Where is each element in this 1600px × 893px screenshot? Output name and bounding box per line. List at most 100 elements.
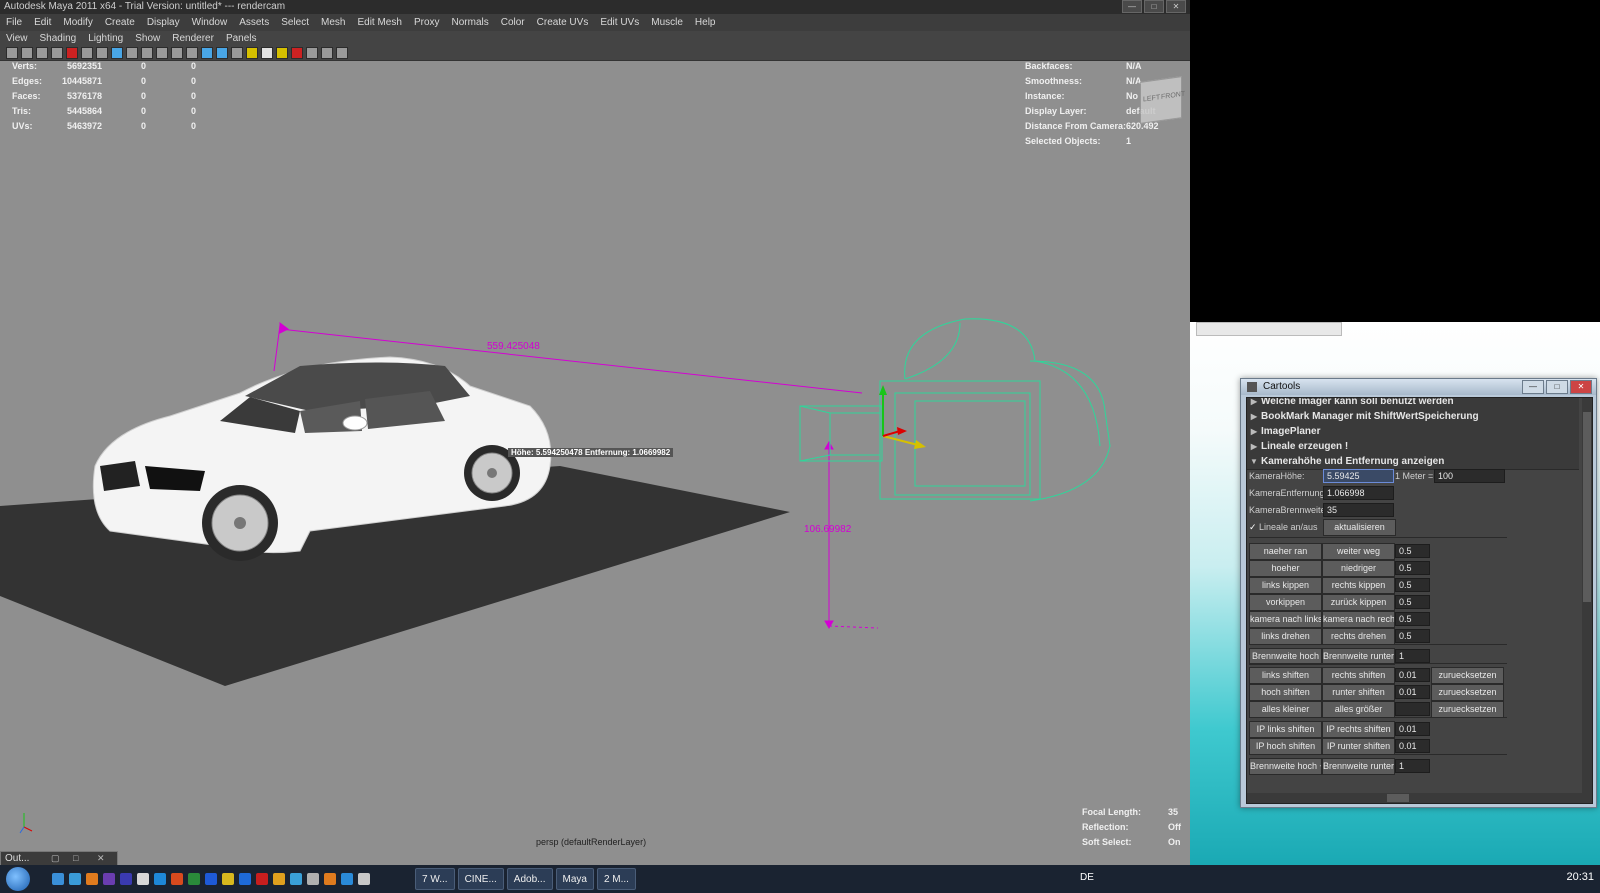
section-bookmark-manager[interactable]: ▶ BookMark Manager mit ShiftWertSpeicheru… xyxy=(1247,409,1579,425)
move-manipulator[interactable] xyxy=(879,385,926,449)
safe-title-icon[interactable] xyxy=(171,46,183,59)
step-value-field[interactable]: 0.01 xyxy=(1395,685,1430,699)
shadows-icon[interactable] xyxy=(261,46,273,59)
panel-menu-panels[interactable]: Panels xyxy=(220,33,263,44)
camera-control-button[interactable]: niedriger xyxy=(1322,560,1395,577)
wireframe-on-shaded-icon[interactable] xyxy=(216,46,228,59)
menu-create[interactable]: Create xyxy=(99,17,141,28)
scrollbar-thumb[interactable] xyxy=(1387,794,1409,802)
isolate-select-icon[interactable] xyxy=(291,46,303,59)
step-value-field[interactable]: 0.01 xyxy=(1395,722,1430,736)
camera-attributes-icon[interactable] xyxy=(6,46,18,59)
step-value-field[interactable]: 1 xyxy=(1395,759,1430,773)
taskbar-task-adobe[interactable]: Adob... xyxy=(506,868,553,890)
firefox-icon[interactable] xyxy=(86,873,98,885)
horizontal-scrollbar[interactable] xyxy=(1247,793,1592,803)
menu-mesh[interactable]: Mesh xyxy=(315,17,351,28)
menu-color[interactable]: Color xyxy=(495,17,531,28)
view-cube[interactable]: LEFT FRONT xyxy=(1140,76,1185,124)
kamera-brennweite-field[interactable]: 35 xyxy=(1323,503,1394,517)
camera-control-button[interactable]: Brennweite hoch + xyxy=(1249,758,1322,775)
camera-control-button[interactable]: rechts shiften xyxy=(1322,667,1395,684)
step-value-field[interactable]: 0.5 xyxy=(1395,544,1430,558)
after-effects-icon[interactable] xyxy=(103,873,115,885)
kamera-entfernung-field[interactable]: 1.066998 xyxy=(1323,486,1394,500)
resolution-gate-icon[interactable] xyxy=(111,46,123,59)
menu-file[interactable]: File xyxy=(0,17,28,28)
hidden-window-edge[interactable] xyxy=(1196,322,1342,336)
quicklaunch-icon[interactable] xyxy=(358,873,370,885)
system-clock[interactable]: 20:31 xyxy=(1566,871,1594,883)
step-value-field[interactable]: 0.5 xyxy=(1395,629,1430,643)
menu-edit-uvs[interactable]: Edit UVs xyxy=(594,17,645,28)
taskbar-task-maya-windows[interactable]: 2 M... xyxy=(596,868,636,890)
safe-action-icon[interactable] xyxy=(156,46,168,59)
camera-control-button[interactable]: runter shiften xyxy=(1322,684,1395,701)
menu-display[interactable]: Display xyxy=(141,17,186,28)
camera-control-button[interactable]: vorkippen xyxy=(1249,594,1322,611)
camera-control-button[interactable]: links shiften xyxy=(1249,667,1322,684)
perspective-viewport[interactable]: 559.425048 106.69982 Höhe: 5.594250478 E… xyxy=(0,61,1190,865)
flash-icon[interactable] xyxy=(171,873,183,885)
camera-control-button[interactable]: IP hoch shiften xyxy=(1249,738,1322,755)
taskbar-task-cinema4d[interactable]: CINE... xyxy=(457,868,504,890)
start-button[interactable] xyxy=(6,867,30,891)
step-value-field[interactable]: 0.5 xyxy=(1395,578,1430,592)
menu-edit[interactable]: Edit xyxy=(28,17,57,28)
reset-button[interactable]: zuruecksetzen xyxy=(1431,684,1504,701)
bookmark-icon[interactable] xyxy=(36,46,48,59)
camera-control-button[interactable]: alles größer xyxy=(1322,701,1395,718)
menu-select[interactable]: Select xyxy=(275,17,315,28)
xray-joints-icon[interactable] xyxy=(321,46,333,59)
scrollbar-thumb[interactable] xyxy=(1583,412,1591,602)
lights-icon[interactable] xyxy=(246,46,258,59)
taskbar-task-maya[interactable]: Maya xyxy=(555,868,594,890)
quicklaunch-icon[interactable] xyxy=(307,873,319,885)
camera-lock-icon[interactable] xyxy=(66,46,78,59)
rhino-icon[interactable] xyxy=(273,873,285,885)
media-player-icon[interactable] xyxy=(154,873,166,885)
view-cube-left-face[interactable]: LEFT xyxy=(1143,94,1160,103)
panel-menu-view[interactable]: View xyxy=(0,33,34,44)
render-camera[interactable] xyxy=(799,318,1111,502)
taskbar-task-folders[interactable]: 7 W... xyxy=(415,868,455,890)
step-value-field[interactable]: 0.01 xyxy=(1395,668,1430,682)
menu-assets[interactable]: Assets xyxy=(233,17,275,28)
camera-control-button[interactable]: IP rechts shiften xyxy=(1322,721,1395,738)
camera-control-button[interactable]: kamera nach rechts xyxy=(1322,611,1395,628)
menu-create-uvs[interactable]: Create UVs xyxy=(531,17,595,28)
reset-button[interactable]: zuruecksetzen xyxy=(1431,667,1504,684)
vertical-scrollbar[interactable] xyxy=(1582,398,1592,803)
gate-mask-icon[interactable] xyxy=(126,46,138,59)
close-icon[interactable]: ✕ xyxy=(97,853,105,864)
grid-icon[interactable] xyxy=(81,46,93,59)
excel-icon[interactable] xyxy=(188,873,200,885)
explorer-icon[interactable] xyxy=(69,873,81,885)
show-desktop-icon[interactable] xyxy=(52,873,64,885)
step-value-field[interactable]: 1 xyxy=(1395,649,1430,663)
camera-control-button[interactable]: kamera nach links xyxy=(1249,611,1322,628)
folder-icon[interactable] xyxy=(222,873,234,885)
camera-control-button[interactable]: zurück kippen xyxy=(1322,594,1395,611)
camera-control-button[interactable]: hoch shiften xyxy=(1249,684,1322,701)
camera-control-button[interactable]: hoeher xyxy=(1249,560,1322,577)
lineale-checkbox[interactable]: ✓ xyxy=(1249,522,1257,533)
restore-icon[interactable]: ▢ xyxy=(51,853,60,864)
xray-components-icon[interactable] xyxy=(336,46,348,59)
step-value-field[interactable]: 0.5 xyxy=(1395,561,1430,575)
cartools-title-bar[interactable]: Cartools — □ ✕ xyxy=(1241,379,1596,395)
premiere-icon[interactable] xyxy=(120,873,132,885)
section-lineale-erzeugen[interactable]: ▶ Lineale erzeugen ! xyxy=(1247,439,1579,455)
kamera-hoehe-field[interactable]: 5.59425 xyxy=(1323,469,1394,483)
language-indicator[interactable]: DE xyxy=(1080,872,1094,883)
camera-control-button[interactable]: links drehen xyxy=(1249,628,1322,645)
maximize-button[interactable]: □ xyxy=(1144,0,1164,13)
camera-control-button[interactable]: rechts drehen xyxy=(1322,628,1395,645)
aktualisieren-button[interactable]: aktualisieren xyxy=(1323,519,1396,536)
menu-proxy[interactable]: Proxy xyxy=(408,17,446,28)
menu-normals[interactable]: Normals xyxy=(446,17,495,28)
camera-control-button[interactable]: links kippen xyxy=(1249,577,1322,594)
word-icon[interactable] xyxy=(205,873,217,885)
smooth-shade-icon[interactable] xyxy=(201,46,213,59)
close-button[interactable]: ✕ xyxy=(1570,380,1592,394)
